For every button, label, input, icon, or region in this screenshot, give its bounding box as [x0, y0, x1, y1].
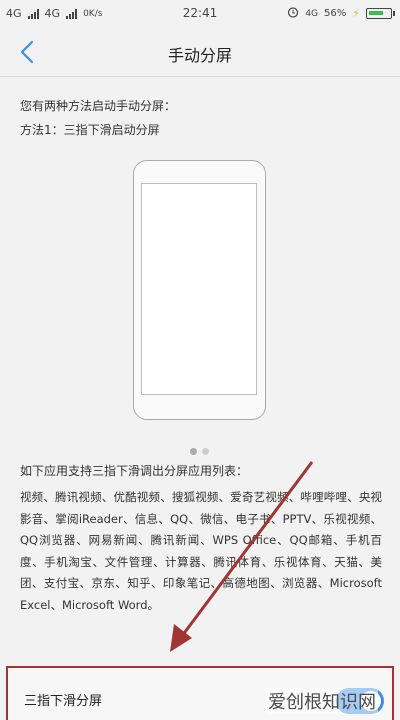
phone-screen [141, 183, 257, 395]
status-right: 4G 56% ⚡ [287, 6, 395, 21]
intro-line-2: 方法1：三指下滑启动分屏 [20, 123, 160, 137]
battery-icon [366, 8, 395, 19]
charging-icon: ⚡ [352, 7, 360, 20]
supported-apps-list: 视频、腾讯视频、优酷视频、搜狐视频、爱奇艺视频、哔哩哔哩、央视影音、掌阅iRea… [20, 490, 382, 612]
title-bar: 手动分屏 [0, 28, 400, 76]
lte-label: 4G [305, 8, 319, 19]
carousel-indicator [190, 448, 209, 455]
page-dot[interactable] [202, 448, 209, 455]
page-dot-active[interactable] [190, 448, 197, 455]
alarm-icon [287, 6, 299, 21]
battery-percent: 56% [324, 8, 347, 19]
intro-line-1: 您有两种方法启动手动分屏： [20, 99, 177, 113]
supported-apps-heading: 如下应用支持三指下滑调出分屏应用列表： [20, 464, 249, 478]
intro-text: 您有两种方法启动手动分屏： 方法1：三指下滑启动分屏 [20, 94, 176, 142]
phone-illustration [133, 160, 266, 420]
header-divider [0, 76, 400, 77]
status-bar: 4G 4G 0K/s 22:41 4G 56% ⚡ [0, 0, 400, 28]
setting-label: 三指下滑分屏 [24, 694, 103, 709]
page-title: 手动分屏 [167, 46, 232, 65]
watermark: 爱创根知识网 [266, 688, 378, 714]
